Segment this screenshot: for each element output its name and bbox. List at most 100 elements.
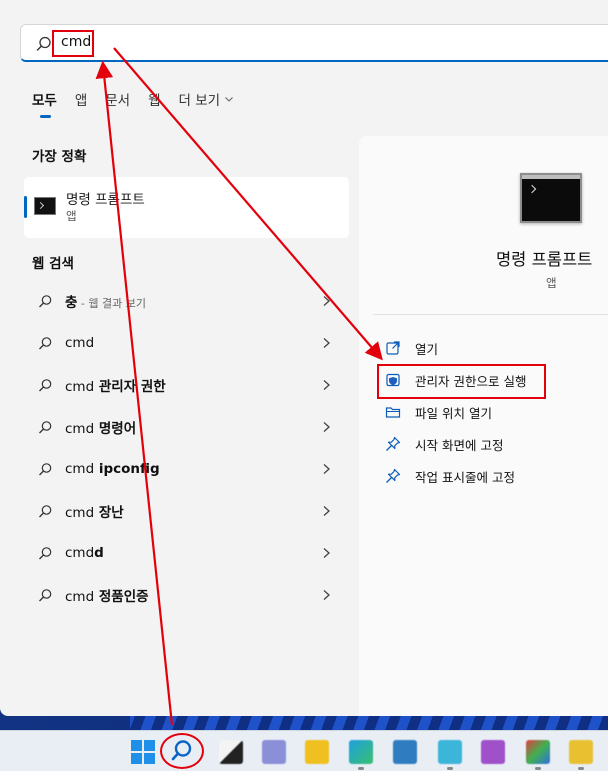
query-text: cmd: [65, 545, 95, 561]
query-text: cmd: [65, 461, 95, 477]
taskbar-search-button[interactable]: [160, 733, 204, 769]
search-icon: [39, 421, 52, 434]
highlight-search-query: [52, 30, 94, 57]
web-result-text: cmd ipconfig: [65, 461, 160, 477]
search-icon: [39, 295, 52, 308]
folder-icon[interactable]: [305, 740, 329, 764]
chevron-right-icon: [323, 548, 330, 558]
tab-label: 웹: [148, 93, 161, 109]
search-icon: [39, 589, 52, 602]
search-icon: [39, 547, 52, 560]
web-result-item[interactable]: cmd 정품인증: [24, 574, 349, 616]
running-indicator: [447, 767, 453, 770]
suggestion-text: 관리자 권한: [94, 379, 166, 395]
web-result-text: cmd 장난: [65, 501, 124, 521]
app-icon-blurred[interactable]: [481, 740, 505, 764]
web-result-item[interactable]: cmd 장난: [24, 490, 349, 532]
best-match-item[interactable]: 명령 프롬프트 앱: [24, 177, 349, 238]
search-icon: [39, 379, 52, 392]
web-result-text: cmd 관리자 권한: [65, 375, 166, 395]
running-indicator: [358, 767, 364, 770]
tab-label: 문서: [105, 93, 131, 109]
windows-start-icon[interactable]: [131, 740, 155, 764]
divider: [373, 314, 608, 315]
pin-icon: [386, 468, 401, 483]
chevron-right-icon: [323, 380, 330, 390]
best-match-name: 명령 프롬프트: [66, 192, 145, 208]
chevron-right-icon: [323, 338, 330, 348]
app-icon-blurred[interactable]: [393, 740, 417, 764]
action-label: 시작 화면에 고정: [415, 437, 504, 453]
query-text: 충: [65, 295, 78, 311]
web-result-text: cmdd: [65, 545, 104, 561]
query-text: cmd: [65, 505, 95, 521]
chevron-right-icon: [323, 506, 330, 516]
query-text: cmd: [65, 589, 95, 605]
chevron-right-icon: [323, 296, 330, 306]
hint-text: - 웹 결과 보기: [77, 297, 146, 310]
web-result-item[interactable]: cmd ipconfig: [24, 448, 349, 490]
web-result-text: cmd 명령어: [65, 417, 136, 437]
app-detail-pane: 명령 프롬프트 앱 열기 관리자 권한으로 실행 파일 위치 열기 시작 화면에…: [359, 136, 608, 716]
action-label: 열기: [415, 341, 439, 357]
app-icon-blurred[interactable]: [349, 740, 373, 764]
best-match-type: 앱: [66, 209, 77, 223]
web-result-item[interactable]: cmdd: [24, 532, 349, 574]
chevron-right-icon: [323, 590, 330, 600]
app-icon-blurred[interactable]: [262, 740, 286, 764]
search-box[interactable]: cmd: [20, 24, 608, 62]
search-tabs: 모두 앱 문서 웹 더 보기: [32, 87, 252, 118]
tab-more[interactable]: 더 보기: [179, 87, 235, 111]
web-result-item[interactable]: 충 - 웹 결과 보기: [24, 280, 349, 322]
tab-label: 앱: [74, 93, 88, 109]
detail-type: 앱: [546, 276, 557, 290]
action-label: 작업 표시줄에 고정: [415, 469, 515, 485]
best-match-heading: 가장 정확: [32, 149, 87, 165]
query-text: cmd: [65, 379, 95, 395]
suggestion-text: 정품인증: [94, 589, 149, 605]
suggestion-text: d: [94, 545, 104, 561]
app-icon-blurred[interactable]: [569, 740, 593, 764]
web-result-item[interactable]: cmd 명령어: [24, 406, 349, 448]
web-result-item[interactable]: cmd 관리자 권한: [24, 364, 349, 406]
start-search-panel: cmd 모두 앱 문서 웹 더 보기 가장 정확 명령 프롬프트 앱 웹 검색 …: [0, 0, 608, 716]
web-search-heading: 웹 검색: [32, 256, 74, 272]
command-prompt-icon: [34, 197, 56, 215]
suggestion-text: ipconfig: [94, 461, 160, 477]
detail-title: 명령 프롬프트: [496, 250, 593, 269]
pin-icon: [386, 436, 401, 451]
tab-label: 모두: [32, 93, 57, 109]
search-icon: [39, 463, 52, 476]
web-search-list: 충 - 웹 결과 보기 cmd cmd 관리자 권한 cmd 명령어 cmd i…: [24, 280, 349, 616]
app-icon-blurred[interactable]: [219, 740, 243, 764]
folder-icon: [385, 407, 401, 418]
command-prompt-icon: [520, 173, 582, 223]
tab-all[interactable]: 모두: [32, 87, 57, 118]
app-icon-blurred[interactable]: [526, 740, 550, 764]
web-result-item[interactable]: cmd: [24, 322, 349, 364]
app-icon-blurred[interactable]: [438, 740, 462, 764]
query-text: cmd: [65, 335, 95, 351]
action-label: 파일 위치 열기: [415, 405, 492, 421]
highlight-run-as-admin: [377, 364, 546, 399]
selection-indicator: [24, 196, 27, 218]
tab-web[interactable]: 웹: [148, 87, 160, 111]
web-result-text: 충 - 웹 결과 보기: [65, 291, 146, 311]
tab-apps[interactable]: 앱: [75, 87, 87, 111]
open-external-icon: [386, 341, 400, 355]
tab-documents[interactable]: 문서: [105, 87, 130, 111]
web-result-text: cmd 정품인증: [65, 585, 149, 605]
search-icon: [171, 740, 192, 761]
running-indicator: [535, 767, 541, 770]
query-text: cmd: [65, 421, 95, 437]
search-icon: [39, 505, 52, 518]
chevron-right-icon: [323, 422, 330, 432]
taskbar: [0, 730, 608, 771]
search-icon: [39, 337, 52, 350]
chevron-right-icon: [323, 464, 330, 474]
web-result-text: cmd: [65, 335, 94, 351]
tab-label: 더 보기: [178, 93, 221, 109]
suggestion-text: 명령어: [94, 421, 137, 437]
running-indicator: [578, 767, 584, 770]
chevron-down-icon: [225, 97, 233, 102]
